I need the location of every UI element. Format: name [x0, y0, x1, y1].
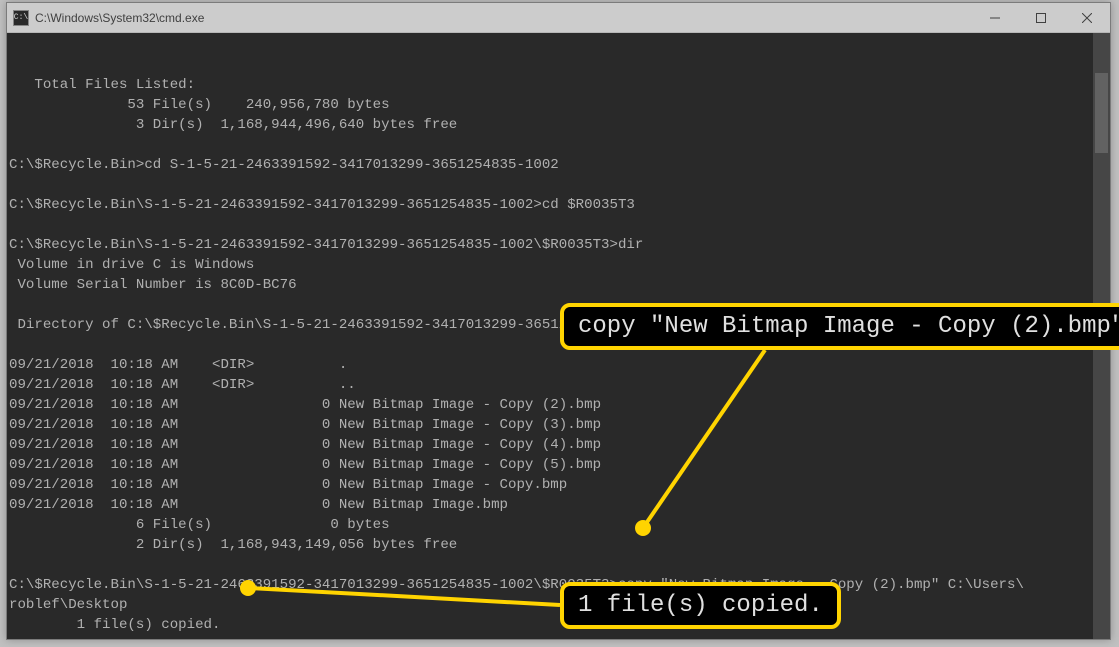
annotation-dot-1 — [635, 520, 651, 536]
terminal-line: roblef\Desktop — [9, 595, 1108, 615]
annotation-dot-2 — [240, 580, 256, 596]
terminal-line: 09/21/2018 10:18 AM 0 New Bitmap Image -… — [9, 475, 1108, 495]
terminal-line: Total Files Listed: — [9, 75, 1108, 95]
maximize-button[interactable] — [1018, 3, 1064, 33]
terminal-line: Volume in drive C is Windows — [9, 255, 1108, 275]
terminal-line: C:\$Recycle.Bin\S-1-5-21-2463391592-3417… — [9, 195, 1108, 215]
terminal-line — [9, 215, 1108, 235]
terminal-line: Volume Serial Number is 8C0D-BC76 — [9, 275, 1108, 295]
annotation-copy-command: copy "New Bitmap Image - Copy (2).bmp" — [560, 303, 1119, 350]
terminal-line — [9, 555, 1108, 575]
terminal-line: 09/21/2018 10:18 AM 0 New Bitmap Image -… — [9, 395, 1108, 415]
terminal-line: 53 File(s) 240,956,780 bytes — [9, 95, 1108, 115]
terminal-line — [9, 635, 1108, 639]
terminal-line: 3 Dir(s) 1,168,944,496,640 bytes free — [9, 115, 1108, 135]
terminal-line: 1 file(s) copied. — [9, 615, 1108, 635]
close-button[interactable] — [1064, 3, 1110, 33]
terminal-line: 6 File(s) 0 bytes — [9, 515, 1108, 535]
terminal-line: 09/21/2018 10:18 AM 0 New Bitmap Image.b… — [9, 495, 1108, 515]
terminal-line: C:\$Recycle.Bin\S-1-5-21-2463391592-3417… — [9, 235, 1108, 255]
cmd-icon: C:\ — [13, 10, 29, 26]
terminal-line: 09/21/2018 10:18 AM <DIR> .. — [9, 375, 1108, 395]
terminal-line: 09/21/2018 10:18 AM 0 New Bitmap Image -… — [9, 455, 1108, 475]
terminal-line: C:\$Recycle.Bin\S-1-5-21-2463391592-3417… — [9, 575, 1108, 595]
scrollbar-thumb[interactable] — [1095, 73, 1108, 153]
window-controls — [972, 3, 1110, 32]
titlebar[interactable]: C:\ C:\Windows\System32\cmd.exe — [7, 3, 1110, 33]
terminal-line: 2 Dir(s) 1,168,943,149,056 bytes free — [9, 535, 1108, 555]
terminal-line: C:\$Recycle.Bin>cd S-1-5-21-2463391592-3… — [9, 155, 1108, 175]
terminal-line: 09/21/2018 10:18 AM <DIR> . — [9, 355, 1108, 375]
window-title: C:\Windows\System32\cmd.exe — [35, 11, 972, 25]
terminal-line: 09/21/2018 10:18 AM 0 New Bitmap Image -… — [9, 415, 1108, 435]
terminal-line: 09/21/2018 10:18 AM 0 New Bitmap Image -… — [9, 435, 1108, 455]
minimize-button[interactable] — [972, 3, 1018, 33]
terminal-line — [9, 135, 1108, 155]
annotation-files-copied: 1 file(s) copied. — [560, 582, 841, 629]
terminal-line — [9, 175, 1108, 195]
